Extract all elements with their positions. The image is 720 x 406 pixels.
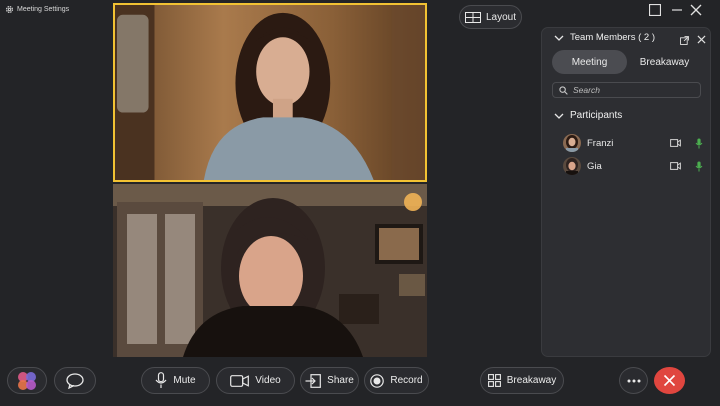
layout-button[interactable]: Layout bbox=[459, 5, 522, 29]
participants-section-label: Participants bbox=[570, 110, 623, 121]
popout-panel-button[interactable] bbox=[680, 32, 689, 50]
mute-button[interactable]: Mute bbox=[141, 367, 210, 394]
layout-label: Layout bbox=[485, 11, 517, 23]
record-button[interactable]: Record bbox=[364, 367, 429, 394]
meeting-settings-button[interactable]: Meeting Settings bbox=[5, 3, 69, 15]
participants-section-toggle[interactable]: Participants bbox=[554, 110, 622, 121]
minimize-button[interactable] bbox=[670, 3, 684, 17]
chat-bubble-icon bbox=[66, 372, 84, 389]
avatar bbox=[563, 157, 581, 175]
microphone-icon[interactable] bbox=[695, 138, 703, 149]
breakaway-label: Breakaway bbox=[506, 375, 557, 386]
camera-icon[interactable] bbox=[670, 162, 681, 170]
more-options-button[interactable] bbox=[619, 367, 648, 394]
video-button[interactable]: Video bbox=[216, 367, 295, 394]
minimize-icon bbox=[672, 9, 682, 11]
video-camera-icon bbox=[230, 374, 250, 387]
chevron-down-icon bbox=[554, 113, 564, 119]
team-members-panel: Team Members ( 2 ) Meeting Breakaway Sea… bbox=[541, 27, 711, 357]
search-input[interactable]: Search bbox=[552, 82, 701, 98]
close-window-button[interactable] bbox=[689, 3, 703, 17]
participant-name: Franzi bbox=[587, 137, 614, 149]
camera-icon[interactable] bbox=[670, 139, 681, 147]
record-icon bbox=[370, 373, 385, 388]
maximize-button[interactable] bbox=[648, 3, 662, 17]
video-tile-participant-1[interactable] bbox=[113, 3, 427, 182]
search-icon bbox=[559, 85, 568, 95]
share-button[interactable]: Share bbox=[300, 367, 359, 394]
panel-title: Team Members ( 2 ) bbox=[570, 32, 655, 43]
record-label: Record bbox=[390, 375, 423, 386]
popout-icon bbox=[680, 36, 689, 45]
video-label: Video bbox=[255, 375, 281, 386]
participant-name: Gia bbox=[587, 160, 602, 172]
apps-logo-icon bbox=[18, 371, 36, 390]
participant-row[interactable]: Gia bbox=[563, 157, 703, 175]
maximize-icon bbox=[649, 4, 661, 16]
video-feed-image bbox=[113, 184, 427, 357]
panel-header: Team Members ( 2 ) bbox=[554, 32, 655, 43]
close-panel-button[interactable] bbox=[697, 31, 706, 49]
breakaway-grid-icon bbox=[487, 374, 501, 387]
microphone-icon bbox=[155, 372, 167, 388]
close-icon bbox=[690, 4, 702, 16]
video-feed-image bbox=[115, 5, 425, 180]
video-tile-participant-2[interactable] bbox=[113, 184, 427, 357]
close-icon bbox=[663, 374, 676, 387]
end-call-button[interactable] bbox=[654, 367, 685, 394]
gear-icon bbox=[5, 5, 14, 13]
search-placeholder: Search bbox=[573, 85, 600, 95]
participant-row[interactable]: Franzi bbox=[563, 134, 703, 152]
chat-button[interactable] bbox=[54, 367, 96, 394]
close-icon bbox=[697, 35, 706, 44]
share-screen-icon bbox=[305, 373, 322, 388]
meeting-settings-label: Meeting Settings bbox=[17, 5, 70, 13]
share-label: Share bbox=[327, 375, 354, 386]
more-options-icon bbox=[627, 379, 640, 382]
grid-layout-icon bbox=[464, 11, 481, 23]
tab-breakaway[interactable]: Breakaway bbox=[627, 50, 702, 74]
chevron-down-icon[interactable] bbox=[554, 35, 564, 41]
breakaway-button[interactable]: Breakaway bbox=[480, 367, 564, 394]
panel-tabs: Meeting Breakaway bbox=[552, 50, 702, 74]
tab-meeting[interactable]: Meeting bbox=[552, 50, 627, 74]
microphone-icon[interactable] bbox=[695, 161, 703, 172]
mute-label: Mute bbox=[173, 375, 196, 386]
avatar bbox=[563, 134, 581, 152]
apps-button[interactable] bbox=[7, 367, 47, 394]
